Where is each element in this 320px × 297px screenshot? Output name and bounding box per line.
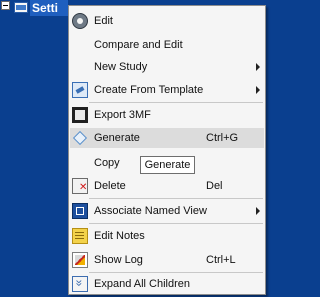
menu-separator [89,223,263,224]
associate-view-icon [72,203,88,219]
menu-item-label: Create From Template [94,84,204,96]
menu-item-associate-named-view[interactable]: Associate Named View [70,201,264,221]
menu-item-shortcut: Ctrl+G [206,132,239,144]
expand-all-icon [72,276,88,292]
menu-item-label: Edit [94,15,113,27]
menu-item-edit[interactable]: Edit [70,11,264,31]
menu-item-create-from-template[interactable]: Create From Template [70,80,264,100]
menu-item-compare-and-edit[interactable]: Compare and Edit [70,35,264,55]
tree-node-settings[interactable]: Setti [0,0,68,18]
generate-icon [72,130,88,146]
menu-item-edit-notes[interactable]: Edit Notes [70,226,264,246]
menu-item-expand-all-children[interactable]: Expand All Children [70,274,264,294]
menu-item-label: Show Log [94,254,143,266]
menu-item-delete[interactable]: Delete Del [70,176,264,196]
log-icon [72,252,88,268]
menu-item-label: Generate [94,132,140,144]
tooltip: Generate [140,156,195,174]
menu-item-label: Delete [94,180,126,192]
tree-node-label[interactable]: Setti [30,0,68,16]
submenu-arrow-icon [256,63,260,71]
menu-item-export-3mf[interactable]: Export 3MF [70,105,264,125]
gear-icon [72,13,88,29]
menu-item-label: Expand All Children [94,278,191,290]
menu-separator [89,198,263,199]
menu-item-show-log[interactable]: Show Log Ctrl+L [70,250,264,270]
menu-item-label: Associate Named View [94,205,207,217]
collapse-icon[interactable] [1,1,10,10]
delete-icon [72,178,88,194]
menu-item-label: Copy [94,157,120,169]
export-icon [72,107,88,123]
menu-item-label: New Study [94,61,148,73]
submenu-arrow-icon [256,207,260,215]
folder-icon [14,2,28,13]
submenu-arrow-icon [256,86,260,94]
menu-item-label: Export 3MF [94,109,151,121]
menu-item-new-study[interactable]: New Study [70,57,264,77]
menu-separator [89,102,263,103]
menu-item-label: Edit Notes [94,230,145,242]
menu-item-generate[interactable]: Generate Ctrl+G [70,128,264,148]
menu-item-label: Compare and Edit [94,39,183,51]
template-icon [72,82,88,98]
menu-item-shortcut: Ctrl+L [206,254,236,266]
menu-separator [89,272,263,273]
notes-icon [72,228,88,244]
menu-item-shortcut: Del [206,180,223,192]
context-menu: Edit Compare and Edit New Study Create F… [68,5,266,295]
